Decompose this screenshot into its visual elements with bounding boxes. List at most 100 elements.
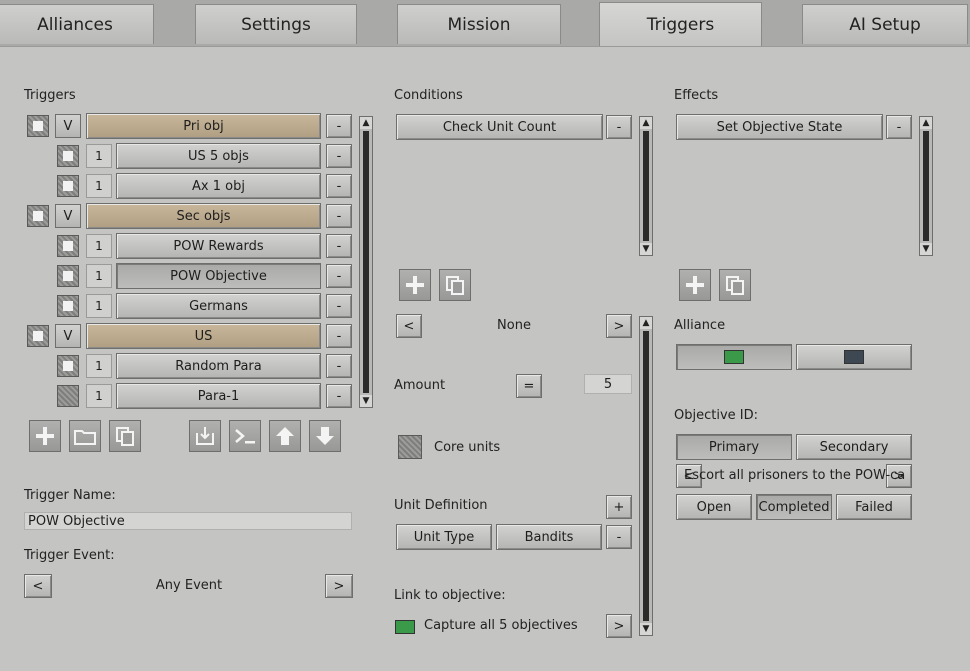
tab-alliances[interactable]: Alliances [0,4,154,44]
effects-scrollbar[interactable]: ▲ ▼ [919,116,933,256]
condition-details-scrollbar[interactable]: ▲ ▼ [639,316,653,636]
amount-input[interactable]: 5 [584,374,632,394]
trigger-item[interactable]: Germans [116,293,321,319]
trigger-enabled-checkbox[interactable] [57,385,79,407]
trigger-group-item[interactable]: Sec objs [86,203,321,229]
objective-primary-button[interactable]: Primary [676,434,792,460]
scroll-up-icon[interactable]: ▲ [360,117,372,129]
trigger-group-toggle[interactable]: V [55,114,81,138]
trigger-enabled-checkbox[interactable] [57,235,79,257]
tab-bar: Alliances Settings Mission Triggers AI S… [0,0,970,46]
link-objective-label: Link to objective: [394,588,506,603]
duplicate-trigger-button[interactable] [109,420,141,452]
event-next-button[interactable]: > [325,574,353,598]
trigger-item[interactable]: POW Objective [116,263,321,289]
condition-item[interactable]: Check Unit Count [396,114,603,140]
trigger-item[interactable]: US 5 objs [116,143,321,169]
remove-trigger-button[interactable]: - [326,114,352,138]
trigger-event-label: Trigger Event: [24,548,115,563]
console-button[interactable] [229,420,261,452]
alliance-option-2[interactable] [796,344,912,370]
trigger-item[interactable]: POW Rewards [116,233,321,259]
trigger-item[interactable]: Para-1 [116,383,321,409]
add-trigger-button[interactable] [29,420,61,452]
trigger-group-toggle[interactable]: V [55,204,81,228]
add-unit-definition-button[interactable]: + [606,495,632,519]
tab-settings[interactable]: Settings [195,4,357,44]
tab-label: AI Setup [849,14,921,35]
state-completed-button[interactable]: Completed [756,494,832,520]
event-prev-button[interactable]: < [24,574,52,598]
amount-operator-button[interactable]: = [516,374,542,398]
plus-icon [686,276,704,294]
import-trigger-button[interactable] [189,420,221,452]
condition-selector-value: None [497,318,531,333]
conditions-scrollbar[interactable]: ▲ ▼ [639,116,653,256]
scroll-down-icon[interactable]: ▼ [360,395,372,407]
scroll-up-icon[interactable]: ▲ [640,317,652,329]
effect-item[interactable]: Set Objective State [676,114,883,140]
trigger-repeat-count: 1 [86,354,112,378]
add-effect-button[interactable] [679,269,711,301]
scroll-down-icon[interactable]: ▼ [920,243,932,255]
trigger-list-scrollbar[interactable]: ▲ ▼ [359,116,373,408]
remove-trigger-button[interactable]: - [326,264,352,288]
remove-trigger-button[interactable]: - [326,174,352,198]
scroll-track[interactable] [363,131,369,393]
state-open-button[interactable]: Open [676,494,752,520]
state-failed-button[interactable]: Failed [836,494,912,520]
trigger-group-item[interactable]: US [86,323,321,349]
trigger-repeat-count: 1 [86,144,112,168]
tab-ai-setup[interactable]: AI Setup [802,4,968,44]
remove-trigger-button[interactable]: - [326,324,352,348]
trigger-enabled-checkbox[interactable] [27,115,49,137]
unit-type-value-button[interactable]: Bandits [496,524,602,550]
trigger-enabled-checkbox[interactable] [57,175,79,197]
remove-trigger-button[interactable]: - [326,144,352,168]
trigger-item[interactable]: Ax 1 obj [116,173,321,199]
trigger-group-toggle[interactable]: V [55,324,81,348]
add-folder-button[interactable] [69,420,101,452]
add-condition-button[interactable] [399,269,431,301]
scroll-track[interactable] [923,131,929,241]
remove-effect-button[interactable]: - [886,115,912,139]
scroll-down-icon[interactable]: ▼ [640,623,652,635]
plus-icon [36,427,54,445]
remove-condition-button[interactable]: - [606,115,632,139]
objective-secondary-button[interactable]: Secondary [796,434,912,460]
move-down-button[interactable] [309,420,341,452]
remove-trigger-button[interactable]: - [326,294,352,318]
scroll-up-icon[interactable]: ▲ [920,117,932,129]
trigger-enabled-checkbox[interactable] [57,265,79,287]
alliance-option-1[interactable] [676,344,792,370]
remove-trigger-button[interactable]: - [326,234,352,258]
scroll-track[interactable] [643,131,649,241]
duplicate-effect-button[interactable] [719,269,751,301]
remove-trigger-button[interactable]: - [326,204,352,228]
trigger-enabled-checkbox[interactable] [57,295,79,317]
trigger-item[interactable]: Random Para [116,353,321,379]
scroll-up-icon[interactable]: ▲ [640,117,652,129]
scroll-down-icon[interactable]: ▼ [640,243,652,255]
remove-trigger-button[interactable]: - [326,354,352,378]
tab-triggers[interactable]: Triggers [599,2,762,46]
condition-next-button[interactable]: > [606,314,632,338]
tab-mission[interactable]: Mission [397,4,561,44]
core-units-checkbox[interactable] [398,435,422,459]
trigger-group-item[interactable]: Pri obj [86,113,321,139]
copy-icon [726,276,744,295]
unit-type-button[interactable]: Unit Type [396,524,492,550]
trigger-enabled-checkbox[interactable] [27,325,49,347]
condition-prev-button[interactable]: < [396,314,422,338]
trigger-name-input[interactable]: POW Objective [24,512,352,530]
remove-trigger-button[interactable]: - [326,384,352,408]
objective-text: Escort all prisoners to the POW-camp [684,468,906,483]
remove-unit-definition-button[interactable]: - [606,525,632,549]
trigger-enabled-checkbox[interactable] [57,355,79,377]
link-objective-next-button[interactable]: > [606,614,632,638]
trigger-enabled-checkbox[interactable] [57,145,79,167]
scroll-track[interactable] [643,331,649,621]
trigger-enabled-checkbox[interactable] [27,205,49,227]
duplicate-condition-button[interactable] [439,269,471,301]
move-up-button[interactable] [269,420,301,452]
